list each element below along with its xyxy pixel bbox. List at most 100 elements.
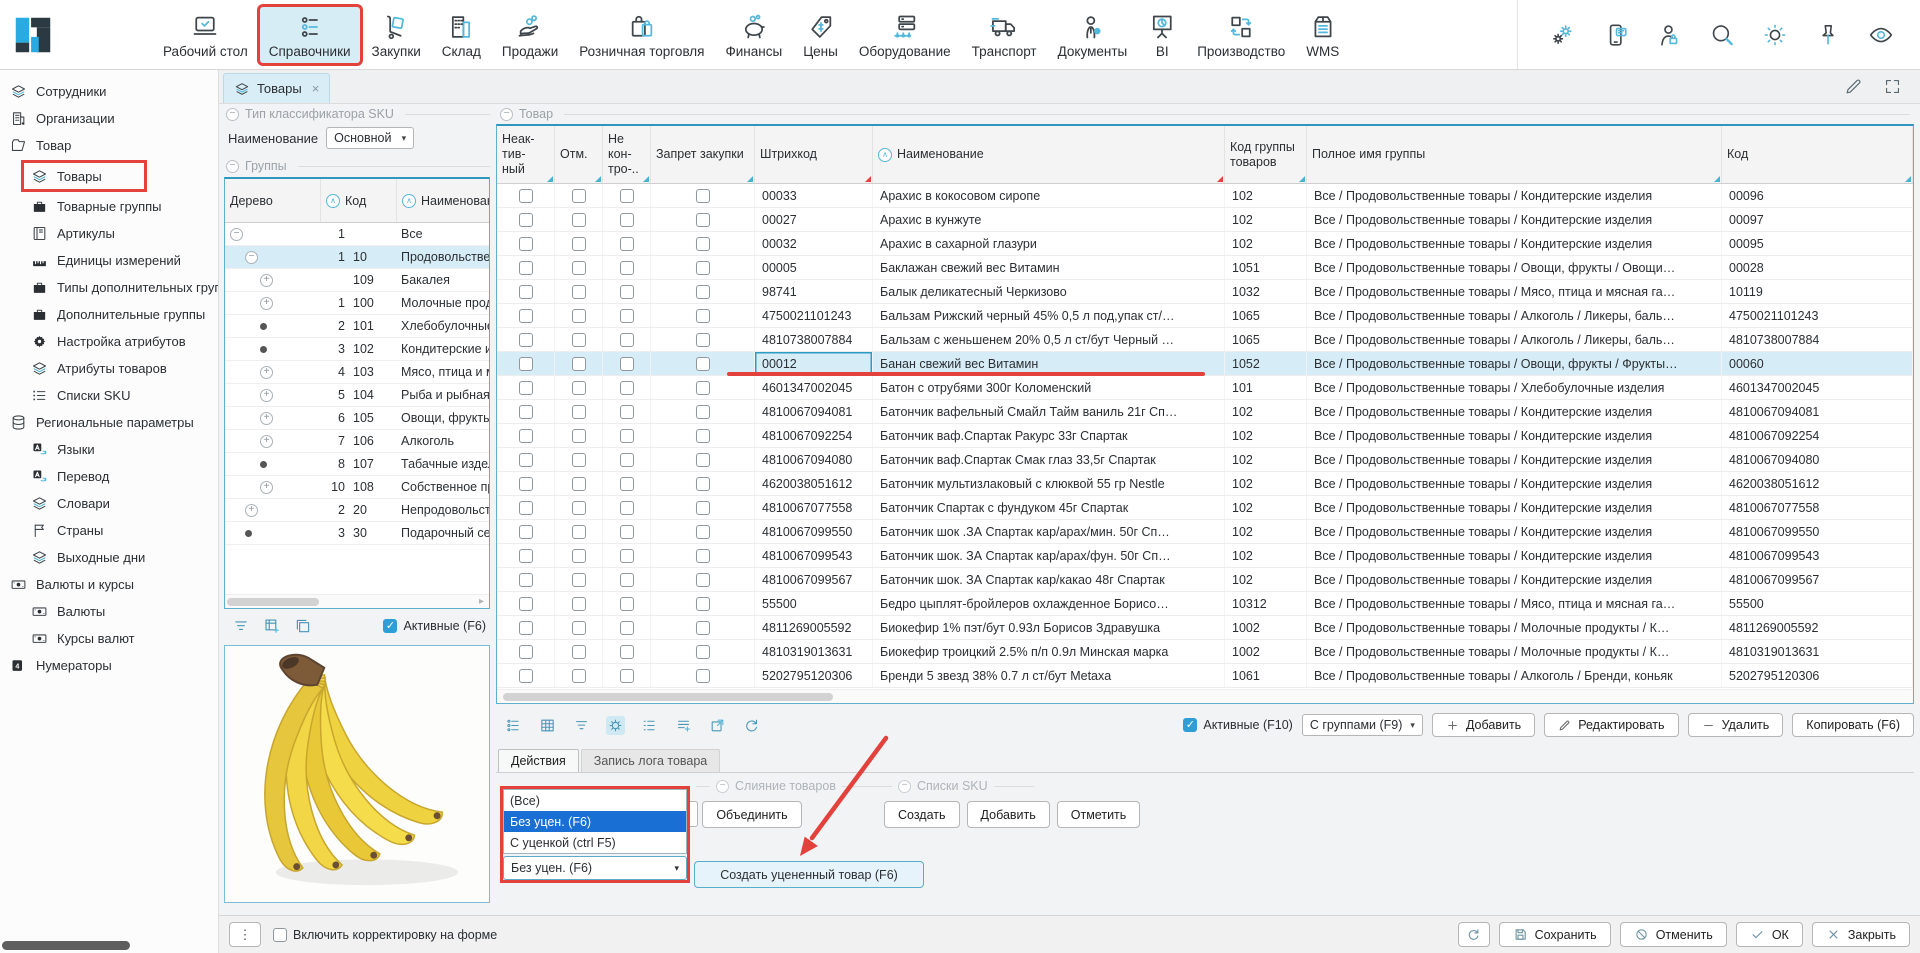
- purchase-ban-checkbox[interactable]: [696, 357, 710, 371]
- product-row[interactable]: 4810738007884Бальзам с женьшенем 20% 0,5…: [497, 328, 1913, 352]
- group-row[interactable]: 3102Кондитерские изделия: [225, 338, 489, 361]
- sidebar-item-regional-params[interactable]: Региональные параметры: [0, 409, 218, 436]
- sidebar-item-translation[interactable]: Перевод: [0, 463, 218, 490]
- marked-checkbox[interactable]: [572, 213, 586, 227]
- marked-checkbox[interactable]: [572, 309, 586, 323]
- group-row[interactable]: +220Непродовольственные товары: [225, 499, 489, 522]
- purchase-ban-checkbox[interactable]: [696, 405, 710, 419]
- save-button[interactable]: Сохранить: [1499, 922, 1611, 947]
- settings-gears-icon[interactable]: [1550, 22, 1576, 48]
- uncontrolled-checkbox[interactable]: [620, 333, 634, 347]
- uncontrolled-checkbox[interactable]: [620, 573, 634, 587]
- correction-checkbox[interactable]: [273, 928, 287, 942]
- purchase-ban-checkbox[interactable]: [696, 573, 710, 587]
- dropdown-option[interactable]: (Все): [504, 790, 686, 811]
- uncontrolled-checkbox[interactable]: [620, 405, 634, 419]
- sidebar-item-additional-group-types[interactable]: Типы дополнительных групп: [0, 274, 218, 301]
- brightness-icon[interactable]: [1762, 22, 1788, 48]
- sidebar-item-employees[interactable]: Сотрудники: [0, 78, 218, 105]
- module-warehouse[interactable]: Склад: [433, 7, 490, 63]
- module-documents[interactable]: Документы: [1049, 7, 1137, 63]
- tab-actions[interactable]: Действия: [498, 749, 579, 772]
- group-row[interactable]: +109Бакалея: [225, 269, 489, 292]
- visibility-icon[interactable]: [1868, 22, 1894, 48]
- tree-expand-icon[interactable]: +: [260, 389, 273, 402]
- uncontrolled-checkbox[interactable]: [620, 501, 634, 515]
- scroll-right-arrow-icon[interactable]: ▸: [479, 596, 484, 607]
- tab-product-log[interactable]: Запись лога товара: [581, 749, 720, 772]
- marked-checkbox[interactable]: [572, 573, 586, 587]
- inactive-checkbox[interactable]: [519, 285, 533, 299]
- grid-copy-icon[interactable]: [294, 617, 312, 635]
- close-button[interactable]: Закрыть: [1812, 922, 1910, 947]
- product-row[interactable]: 00012Банан свежий вес Витамин1052Все / П…: [497, 352, 1913, 376]
- inactive-checkbox[interactable]: [519, 645, 533, 659]
- scrollbar-thumb[interactable]: [503, 693, 833, 701]
- tree-expand-icon[interactable]: +: [260, 435, 273, 448]
- uncontrolled-checkbox[interactable]: [620, 213, 634, 227]
- uncontrolled-checkbox[interactable]: [620, 357, 634, 371]
- uncontrolled-checkbox[interactable]: [620, 309, 634, 323]
- collapse-icon[interactable]: −: [226, 160, 239, 173]
- tree-expand-icon[interactable]: +: [260, 481, 273, 494]
- module-production[interactable]: Производство: [1188, 7, 1294, 63]
- inactive-checkbox[interactable]: [519, 309, 533, 323]
- tree-expand-icon[interactable]: +: [260, 412, 273, 425]
- module-sales[interactable]: Продажи: [493, 7, 567, 63]
- purchase-ban-checkbox[interactable]: [696, 669, 710, 683]
- marked-checkbox[interactable]: [572, 453, 586, 467]
- module-directories[interactable]: Справочники: [260, 7, 360, 63]
- scrollbar-thumb[interactable]: [227, 598, 319, 606]
- product-row[interactable]: 98741Балык деликатесный Черкизово1032Все…: [497, 280, 1913, 304]
- marked-checkbox[interactable]: [572, 549, 586, 563]
- module-purchases[interactable]: Закупки: [363, 7, 430, 63]
- marked-checkbox[interactable]: [572, 285, 586, 299]
- sidebar-item-additional-groups[interactable]: Дополнительные группы: [0, 301, 218, 328]
- expand-icon[interactable]: [1883, 77, 1902, 96]
- purchase-ban-checkbox[interactable]: [696, 525, 710, 539]
- numbered-list-icon[interactable]: [640, 716, 659, 735]
- collapse-icon[interactable]: −: [898, 780, 911, 793]
- sidebar-item-product[interactable]: Товар: [0, 132, 218, 159]
- group-row[interactable]: +4103Мясо, птица и мясная гастрономия: [225, 361, 489, 384]
- marked-checkbox[interactable]: [572, 501, 586, 515]
- purchase-ban-checkbox[interactable]: [696, 237, 710, 251]
- column-header-name[interactable]: ∧Наименование: [397, 179, 489, 222]
- merge-button[interactable]: Объединить: [702, 801, 802, 828]
- inactive-checkbox[interactable]: [519, 669, 533, 683]
- tree-expand-icon[interactable]: +: [260, 274, 273, 287]
- inactive-checkbox[interactable]: [519, 621, 533, 635]
- dropdown-option[interactable]: Без уцен. (F6): [504, 811, 686, 832]
- column-header[interactable]: Код группы товаров: [1225, 126, 1307, 183]
- sidebar-horizontal-scrollbar[interactable]: [2, 941, 130, 950]
- sidebar-item-numerators[interactable]: 4Нумераторы: [0, 652, 218, 679]
- group-row[interactable]: 2101Хлебобулочные изделия: [225, 315, 489, 338]
- purchase-ban-checkbox[interactable]: [696, 381, 710, 395]
- sidebar-item-articles[interactable]: Артикулы: [0, 220, 218, 247]
- inactive-checkbox[interactable]: [519, 597, 533, 611]
- purchase-ban-checkbox[interactable]: [696, 621, 710, 635]
- open-window-icon[interactable]: [708, 716, 727, 735]
- module-transport[interactable]: Транспорт: [963, 7, 1046, 63]
- uncontrolled-checkbox[interactable]: [620, 189, 634, 203]
- inactive-checkbox[interactable]: [519, 213, 533, 227]
- add-row-icon[interactable]: [674, 716, 693, 735]
- uncontrolled-checkbox[interactable]: [620, 645, 634, 659]
- discount-combobox[interactable]: Без уцен. (F6)▾: [503, 856, 687, 880]
- refresh-button[interactable]: [1458, 922, 1490, 947]
- tree-collapse-icon[interactable]: −: [245, 251, 258, 264]
- product-row[interactable]: 4810067077558Батончик Спартак с фундуком…: [497, 496, 1913, 520]
- group-row[interactable]: 330Подарочный сертификат: [225, 522, 489, 545]
- column-header[interactable]: Запрет закупки: [651, 126, 755, 183]
- module-equipment[interactable]: Оборудование: [850, 7, 960, 63]
- product-row[interactable]: 00027Арахис в кунжуте102Все / Продовольс…: [497, 208, 1913, 232]
- inactive-checkbox[interactable]: [519, 549, 533, 563]
- groups-active-filter[interactable]: ✓ Активные (F6): [383, 619, 486, 633]
- purchase-ban-checkbox[interactable]: [696, 261, 710, 275]
- product-row[interactable]: 4810067094081Батончик вафельный Смайл Та…: [497, 400, 1913, 424]
- sidebar-item-countries[interactable]: Страны: [0, 517, 218, 544]
- module-retail[interactable]: Розничная торговля: [570, 7, 713, 63]
- marked-checkbox[interactable]: [572, 237, 586, 251]
- marked-checkbox[interactable]: [572, 525, 586, 539]
- sidebar-item-organizations[interactable]: Организации: [0, 105, 218, 132]
